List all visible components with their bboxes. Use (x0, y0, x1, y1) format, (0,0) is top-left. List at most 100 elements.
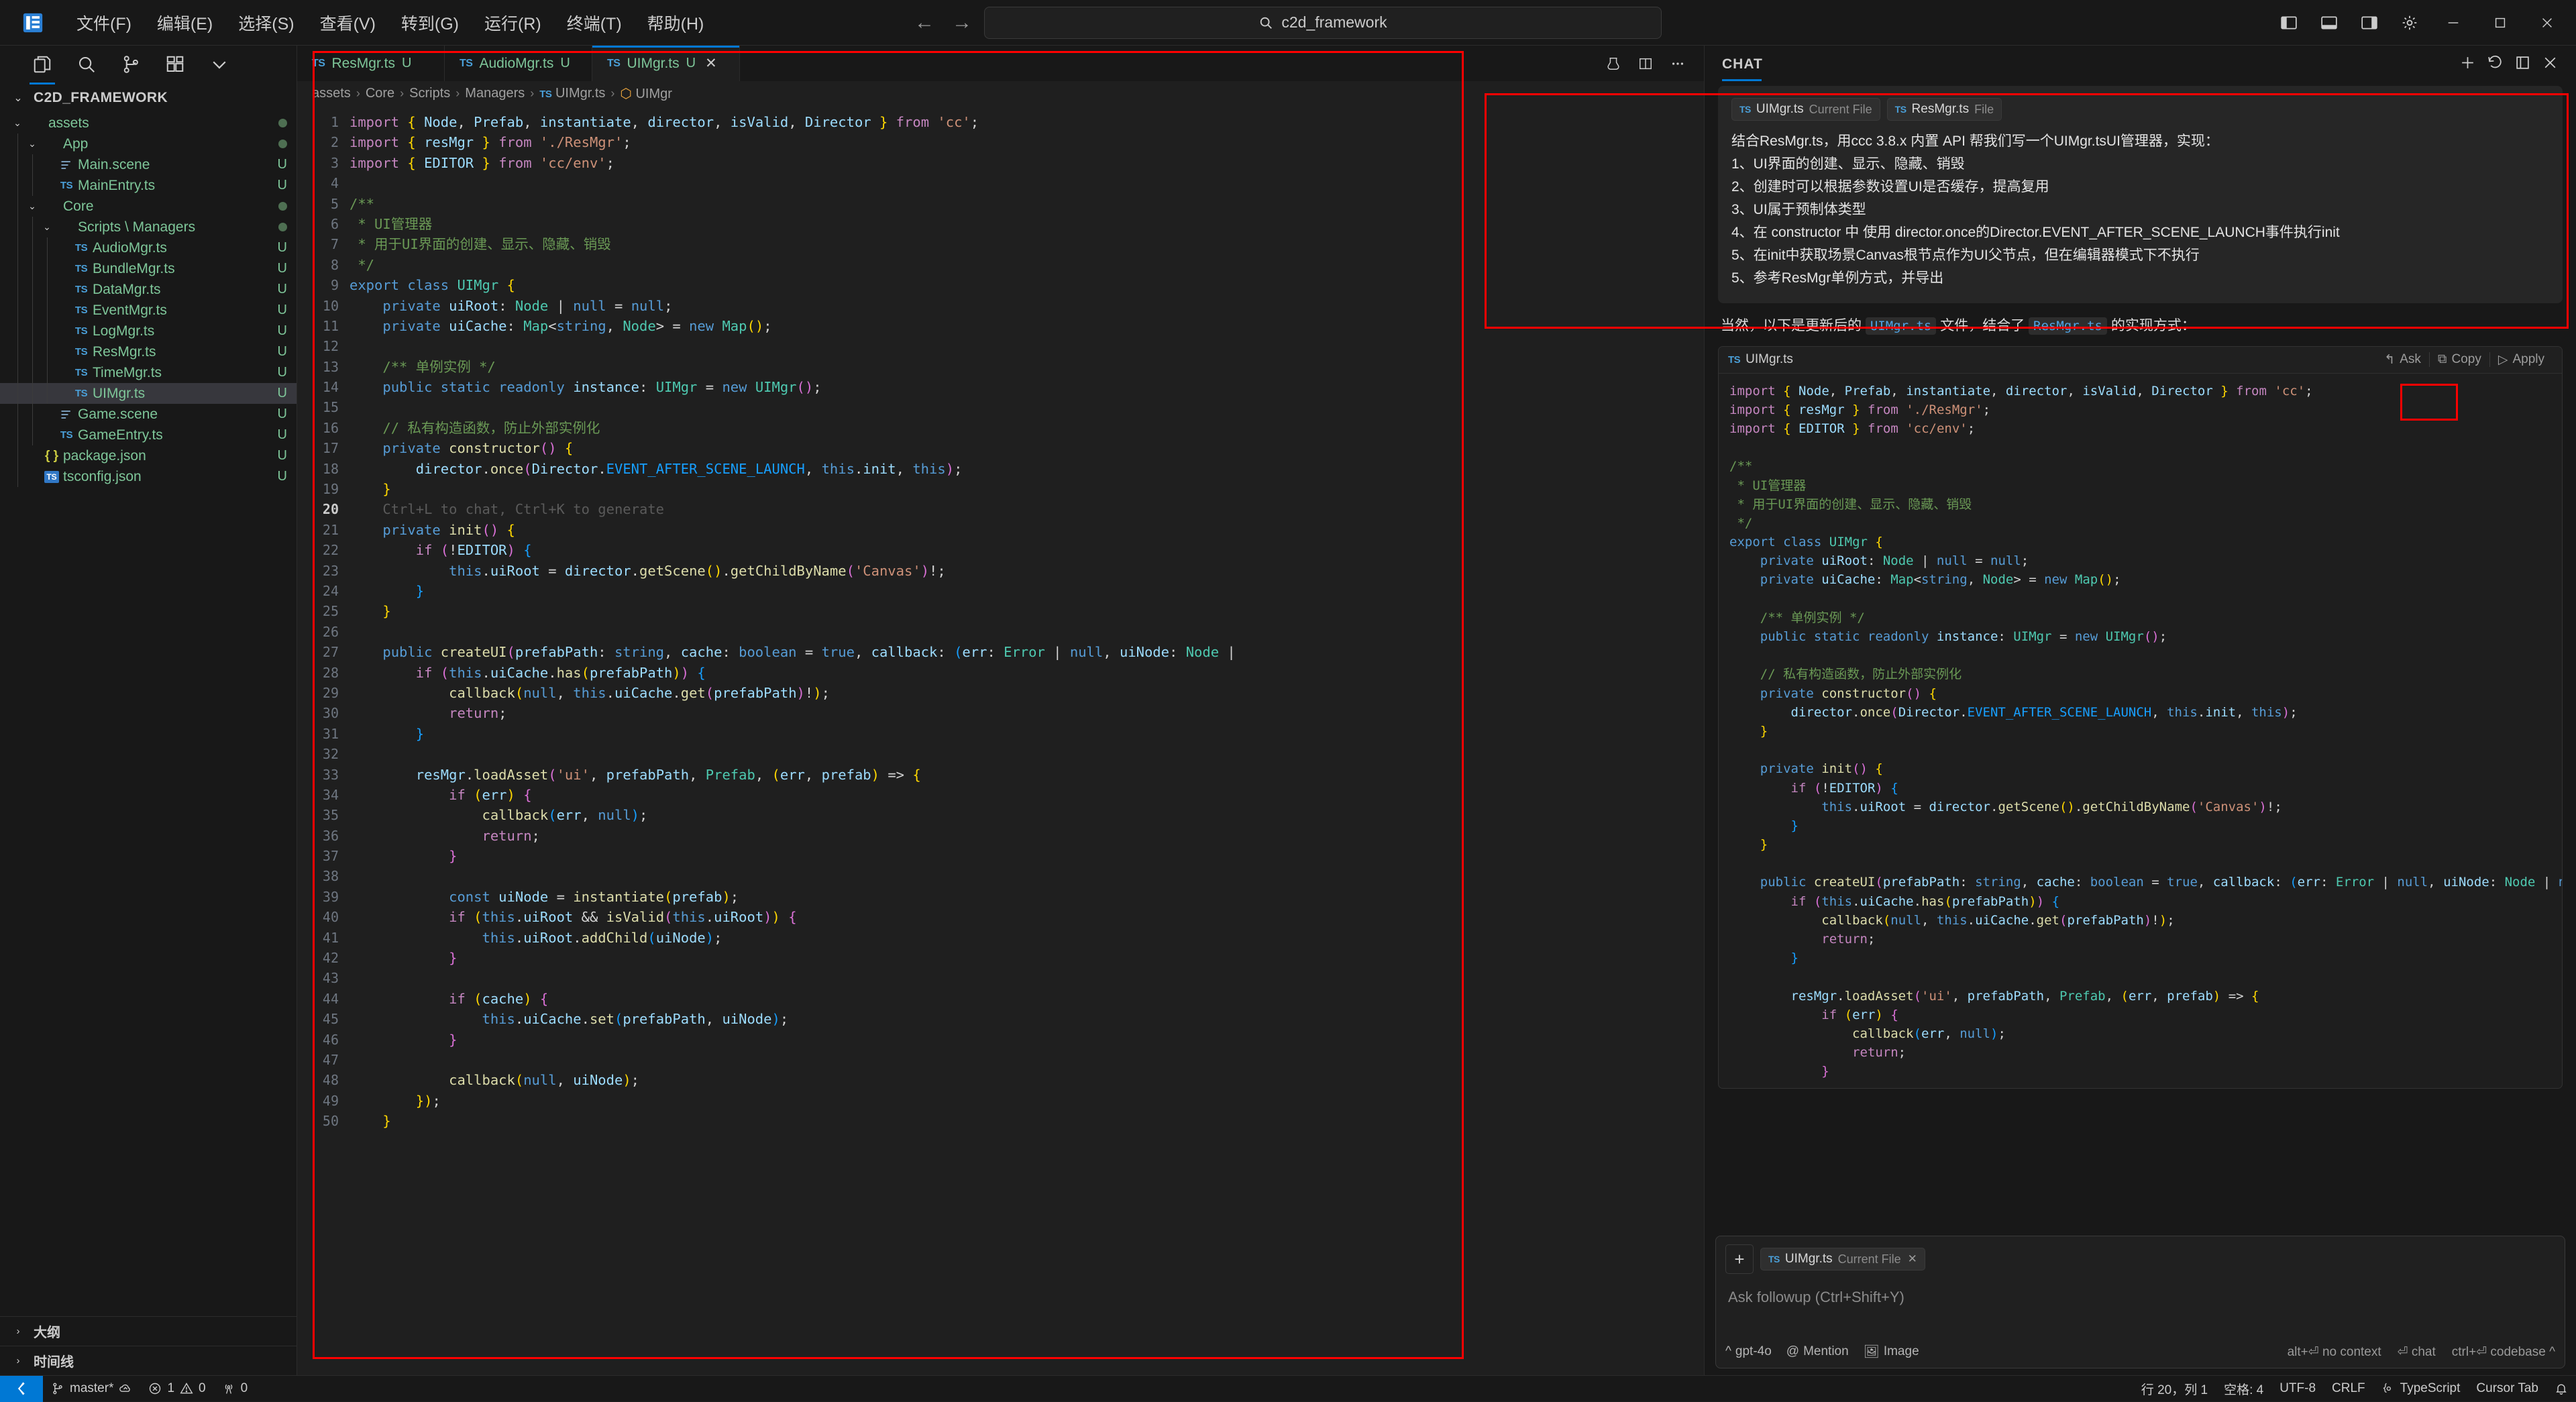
code-line[interactable]: */ (350, 255, 1704, 275)
add-context-button[interactable]: + (1725, 1244, 1754, 1274)
tree-item-eventmgr.ts[interactable]: TS EventMgr.ts U (0, 300, 297, 321)
code-line[interactable]: } (350, 479, 1704, 499)
outline-panel-header[interactable]: › 大纲 (0, 1316, 297, 1346)
more-actions-icon[interactable] (1662, 46, 1693, 81)
code-line[interactable] (350, 622, 1704, 642)
toggle-panel-icon[interactable] (2310, 4, 2348, 42)
source-control-icon[interactable] (109, 46, 153, 83)
code-line[interactable]: resMgr.loadAsset('ui', prefabPath, Prefa… (350, 765, 1704, 785)
search-icon[interactable] (64, 46, 109, 83)
ask-button[interactable]: ↰ Ask (2376, 349, 2429, 370)
menu-run[interactable]: 运行(R) (472, 5, 553, 40)
menu-edit[interactable]: 编辑(E) (145, 5, 225, 40)
remote-window-button[interactable] (0, 1375, 43, 1402)
code-line[interactable]: callback(null, this.uiCache.get(prefabPa… (350, 683, 1704, 703)
breadcrumb-item-scripts[interactable]: Scripts (409, 86, 450, 101)
eol[interactable]: CRLF (2324, 1376, 2373, 1402)
toggle-secondary-sidebar-icon[interactable] (2351, 4, 2388, 42)
tree-item-uimgr.ts[interactable]: TS UIMgr.ts U (0, 383, 297, 404)
command-search-bar[interactable]: c2d_framework (984, 6, 1662, 39)
breadcrumb-item-assets[interactable]: assets (312, 86, 351, 101)
tree-item-mainentry.ts[interactable]: TS MainEntry.ts U (0, 175, 297, 196)
code-line[interactable]: return; (350, 703, 1704, 723)
chip-close-icon[interactable]: ✕ (1908, 1252, 1917, 1266)
tree-item-core[interactable]: ⌄ Core (0, 196, 297, 217)
tree-item-assets[interactable]: ⌄ assets (0, 113, 297, 133)
code-line[interactable]: } (350, 846, 1704, 866)
tree-item-audiomgr.ts[interactable]: TS AudioMgr.ts U (0, 237, 297, 258)
apply-button[interactable]: ▷ Apply (2490, 349, 2553, 370)
cursor-tab-status[interactable]: Cursor Tab (2468, 1376, 2546, 1402)
mention-button[interactable]: @ Mention (1786, 1344, 1849, 1359)
source-control-branch[interactable]: master* (43, 1376, 140, 1402)
breadcrumb-item-uimgr[interactable]: ⬡ UIMgr (620, 85, 672, 102)
hint-no-context[interactable]: alt+⏎ no context (2288, 1344, 2381, 1360)
code-line[interactable]: private uiRoot: Node | null = null; (350, 296, 1704, 316)
code-line[interactable]: Ctrl+L to chat, Ctrl+K to generate (350, 499, 1704, 519)
breadcrumb-item-managers[interactable]: Managers (465, 86, 525, 101)
hint-chat[interactable]: ⏎ chat (2398, 1344, 2436, 1360)
notifications-bell[interactable] (2546, 1376, 2576, 1402)
code-line[interactable]: } (350, 948, 1704, 968)
code-line[interactable]: return; (350, 826, 1704, 846)
tree-item-gameentry.ts[interactable]: TS GameEntry.ts U (0, 425, 297, 445)
timeline-panel-header[interactable]: › 时间线 (0, 1346, 297, 1375)
menu-help[interactable]: 帮助(H) (635, 5, 716, 40)
context-chip-resmgr-ts[interactable]: TS ResMgr.ts File (1886, 98, 2002, 121)
code-line[interactable]: // 私有构造函数，防止外部实例化 (350, 418, 1704, 438)
split-editor-icon[interactable] (1630, 46, 1661, 81)
extensions-icon[interactable] (153, 46, 197, 83)
ports-indicator[interactable]: 0 (214, 1376, 256, 1402)
code-line[interactable]: export class UIMgr { (350, 275, 1704, 295)
code-line[interactable] (350, 744, 1704, 764)
code-line[interactable] (350, 173, 1704, 193)
tab-close-icon[interactable]: ✕ (705, 55, 717, 72)
breadcrumb-item-uimgr-ts[interactable]: TS UIMgr.ts (539, 86, 605, 101)
code-line[interactable]: import { Node, Prefab, instantiate, dire… (350, 112, 1704, 132)
code-line[interactable]: import { EDITOR } from 'cc/env'; (350, 153, 1704, 173)
code-line[interactable]: public createUI(prefabPath: string, cach… (350, 642, 1704, 662)
menu-file[interactable]: 文件(F) (64, 5, 144, 40)
code-line[interactable]: director.once(Director.EVENT_AFTER_SCENE… (350, 459, 1704, 479)
breadcrumb-item-core[interactable]: Core (366, 86, 394, 101)
code-line[interactable]: if (cache) { (350, 989, 1704, 1009)
code-line[interactable]: if (this.uiRoot && isValid(this.uiRoot))… (350, 907, 1704, 927)
code-line[interactable]: if (err) { (350, 785, 1704, 805)
editor-tab-uimgr-ts[interactable]: TS UIMgr.ts U ✕ (592, 46, 740, 81)
copy-button[interactable]: ⧉ Copy (2430, 349, 2489, 370)
code-line[interactable]: if (!EDITOR) { (350, 540, 1704, 560)
chat-followup-placeholder[interactable]: Ask followup (Ctrl+Shift+Y) (1725, 1274, 2555, 1344)
menu-view[interactable]: 查看(V) (308, 5, 388, 40)
code-line[interactable]: private constructor() { (350, 438, 1704, 458)
tree-item-bundlemgr.ts[interactable]: TS BundleMgr.ts U (0, 258, 297, 279)
chat-input-box[interactable]: + TS UIMgr.ts Current File ✕ Ask followu… (1715, 1236, 2565, 1368)
code-line[interactable]: this.uiRoot = director.getScene().getChi… (350, 561, 1704, 581)
code-line[interactable]: this.uiRoot.addChild(uiNode); (350, 928, 1704, 948)
window-minimize-button[interactable] (2431, 0, 2475, 46)
language-mode[interactable]: TypeScript (2373, 1376, 2469, 1402)
tree-item-datamgr.ts[interactable]: TS DataMgr.ts U (0, 279, 297, 300)
tree-item-logmgr.ts[interactable]: TS LogMgr.ts U (0, 321, 297, 341)
new-chat-icon[interactable] (2459, 54, 2476, 74)
editor-tab-audiomgr-ts[interactable]: TS AudioMgr.ts U (445, 46, 592, 81)
tree-item-package.json[interactable]: { } package.json U (0, 445, 297, 466)
close-chat-icon[interactable] (2542, 54, 2559, 74)
toggle-primary-sidebar-icon[interactable] (2270, 4, 2308, 42)
context-chip-uimgr-ts[interactable]: TS UIMgr.ts Current File (1731, 98, 1880, 121)
code-line[interactable]: import { resMgr } from './ResMgr'; (350, 132, 1704, 152)
tree-item-tsconfig.json[interactable]: TS tsconfig.json U (0, 466, 297, 487)
code-line[interactable]: } (350, 724, 1704, 744)
window-maximize-button[interactable] (2478, 0, 2522, 46)
code-editor[interactable]: 1 2 3 4 5 6 7 8 9 10 11 12 13 14 15 16 17 18 19 20 21 22 23 24 2… (297, 105, 1704, 1375)
model-selector[interactable]: ^ gpt-4o (1725, 1344, 1772, 1359)
code-content[interactable]: import { Node, Prefab, instantiate, dire… (350, 105, 1704, 1375)
chat-conversation[interactable]: TS UIMgr.ts Current File TS ResMgr.ts File 结合… (1705, 83, 2576, 1228)
tree-item-scripts-managers[interactable]: ⌄ Scripts \ Managers (0, 217, 297, 237)
back-arrow-icon[interactable]: ← (914, 12, 934, 33)
code-line[interactable]: callback(err, null); (350, 805, 1704, 825)
code-line[interactable]: const uiNode = instantiate(prefab); (350, 887, 1704, 907)
tree-item-resmgr.ts[interactable]: TS ResMgr.ts U (0, 341, 297, 362)
hint-codebase[interactable]: ctrl+⏎ codebase ^ (2452, 1344, 2555, 1360)
code-line[interactable]: if (this.uiCache.has(prefabPath)) { (350, 663, 1704, 683)
encoding[interactable]: UTF-8 (2271, 1376, 2324, 1402)
